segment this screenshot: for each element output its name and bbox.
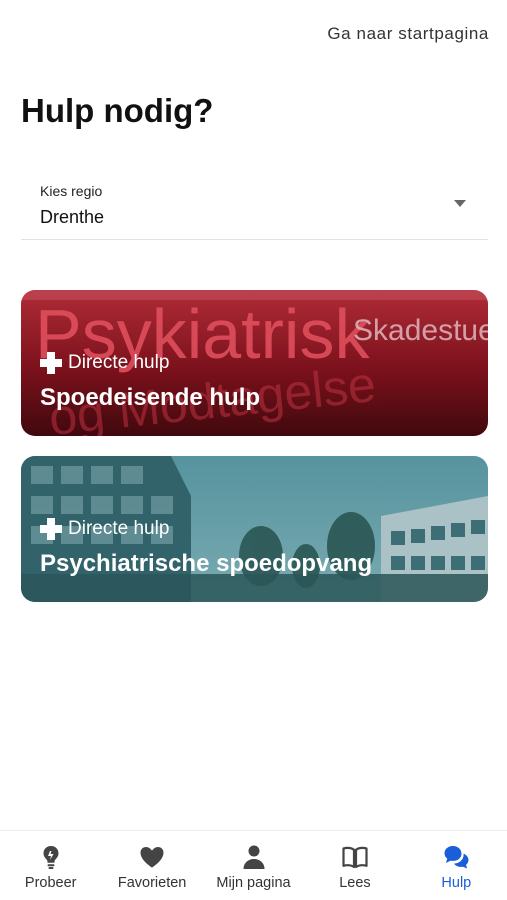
tab-label: Hulp <box>441 875 472 891</box>
bottom-tab-bar: Probeer Favorieten Mijn pagina Lees Hulp <box>0 830 507 900</box>
card-psychiatrische-spoedopvang[interactable]: Directe hulp Psychiatrische spoedopvang <box>21 456 488 602</box>
card-spoedeisende-hulp[interactable]: Psykiatrisk Skadestue og Modtagelse Dire… <box>21 290 488 436</box>
plus-icon <box>40 518 62 540</box>
card-title: Psychiatrische spoedopvang <box>40 550 373 577</box>
home-link[interactable]: Ga naar startpagina <box>327 24 489 44</box>
tab-probeer[interactable]: Probeer <box>0 831 101 900</box>
book-icon <box>342 846 368 869</box>
card-kicker-label: Directe hulp <box>68 518 170 539</box>
card-kicker: Directe hulp <box>40 352 169 374</box>
region-select-value: Drenthe <box>40 207 105 227</box>
card-kicker: Directe hulp <box>40 518 169 540</box>
tab-favorieten[interactable]: Favorieten <box>101 831 202 900</box>
region-select[interactable]: Kies regio Drenthe <box>21 176 488 240</box>
chat-bubbles-icon <box>444 846 469 869</box>
tab-label: Lees <box>339 875 371 891</box>
card-title: Spoedeisende hulp <box>40 384 261 411</box>
tab-hulp[interactable]: Hulp <box>406 831 507 900</box>
person-icon <box>243 845 265 869</box>
card-kicker-label: Directe hulp <box>68 352 170 373</box>
region-select-label: Kies regio <box>40 183 103 199</box>
lightbulb-icon <box>43 846 59 869</box>
tab-label: Favorieten <box>117 875 187 891</box>
dropdown-caret-icon <box>454 200 466 207</box>
page-title: Hulp nodig? <box>21 92 214 129</box>
tab-label: Mijn pagina <box>216 875 291 891</box>
plus-icon <box>40 352 62 374</box>
tab-mijn-pagina[interactable]: Mijn pagina <box>203 831 304 900</box>
tab-label: Probeer <box>24 875 77 891</box>
tab-lees[interactable]: Lees <box>304 831 405 900</box>
heart-icon <box>140 847 164 868</box>
